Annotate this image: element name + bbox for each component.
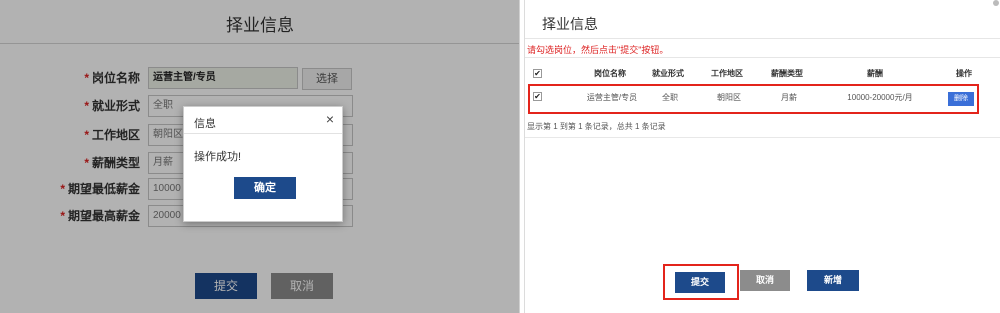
submit-highlight: 提交 bbox=[663, 264, 739, 300]
info-dialog: 信息 × 操作成功! 确定 bbox=[183, 106, 343, 222]
pagination-summary: 显示第 1 到第 1 条记录，总共 1 条记录 bbox=[527, 122, 666, 131]
divider bbox=[525, 38, 1000, 39]
table-header: ✔ 岗位名称 就业形式 工作地区 薪酬类型 薪酬 操作 bbox=[525, 66, 1000, 82]
right-list-panel: 择业信息 请勾选岗位，然后点击"提交"按钮。 ✔ 岗位名称 就业形式 工作地区 … bbox=[524, 0, 1000, 313]
column-header: 岗位名称 bbox=[594, 69, 626, 78]
table-row[interactable]: ✔ 运营主管/专员 全职 朝阳区 月薪 10000-20000元/月 删除 bbox=[528, 84, 979, 114]
cell-job: 运营主管/专员 bbox=[586, 93, 638, 102]
divider bbox=[525, 137, 1000, 138]
cell-pay-type: 月薪 bbox=[781, 93, 797, 102]
screenshot-root: 择业信息 * 岗位名称 运营主管/专员 选择 * 就业形式 全职 * 工作地区 朝阳区… bbox=[0, 0, 1000, 313]
dialog-title: 信息 bbox=[194, 118, 216, 130]
cell-area: 朝阳区 bbox=[717, 93, 741, 102]
add-button[interactable]: 新增 bbox=[807, 270, 859, 291]
corner-marker-icon bbox=[993, 0, 999, 6]
column-header: 就业形式 bbox=[652, 69, 684, 78]
cell-type: 全职 bbox=[662, 93, 678, 102]
cell-salary: 10000-20000元/月 bbox=[847, 93, 913, 102]
column-header: 工作地区 bbox=[711, 69, 743, 78]
delete-button[interactable]: 删除 bbox=[948, 92, 974, 106]
close-icon[interactable]: × bbox=[326, 111, 334, 127]
ok-button[interactable]: 确定 bbox=[234, 177, 296, 199]
column-header: 薪酬类型 bbox=[771, 69, 803, 78]
column-header: 操作 bbox=[956, 69, 972, 78]
cancel-button[interactable]: 取消 bbox=[740, 270, 790, 291]
submit-button[interactable]: 提交 bbox=[675, 272, 725, 293]
column-header: 薪酬 bbox=[867, 69, 883, 78]
instruction-hint: 请勾选岗位，然后点击"提交"按钮。 bbox=[527, 45, 669, 55]
left-form-panel: 择业信息 * 岗位名称 运营主管/专员 选择 * 就业形式 全职 * 工作地区 朝阳区… bbox=[0, 0, 520, 313]
select-all-checkbox[interactable]: ✔ bbox=[533, 69, 542, 78]
row-checkbox[interactable]: ✔ bbox=[533, 92, 542, 101]
dialog-message: 操作成功! bbox=[194, 151, 242, 163]
page-title: 择业信息 bbox=[542, 16, 598, 32]
dialog-divider bbox=[184, 133, 342, 134]
divider bbox=[525, 57, 1000, 58]
